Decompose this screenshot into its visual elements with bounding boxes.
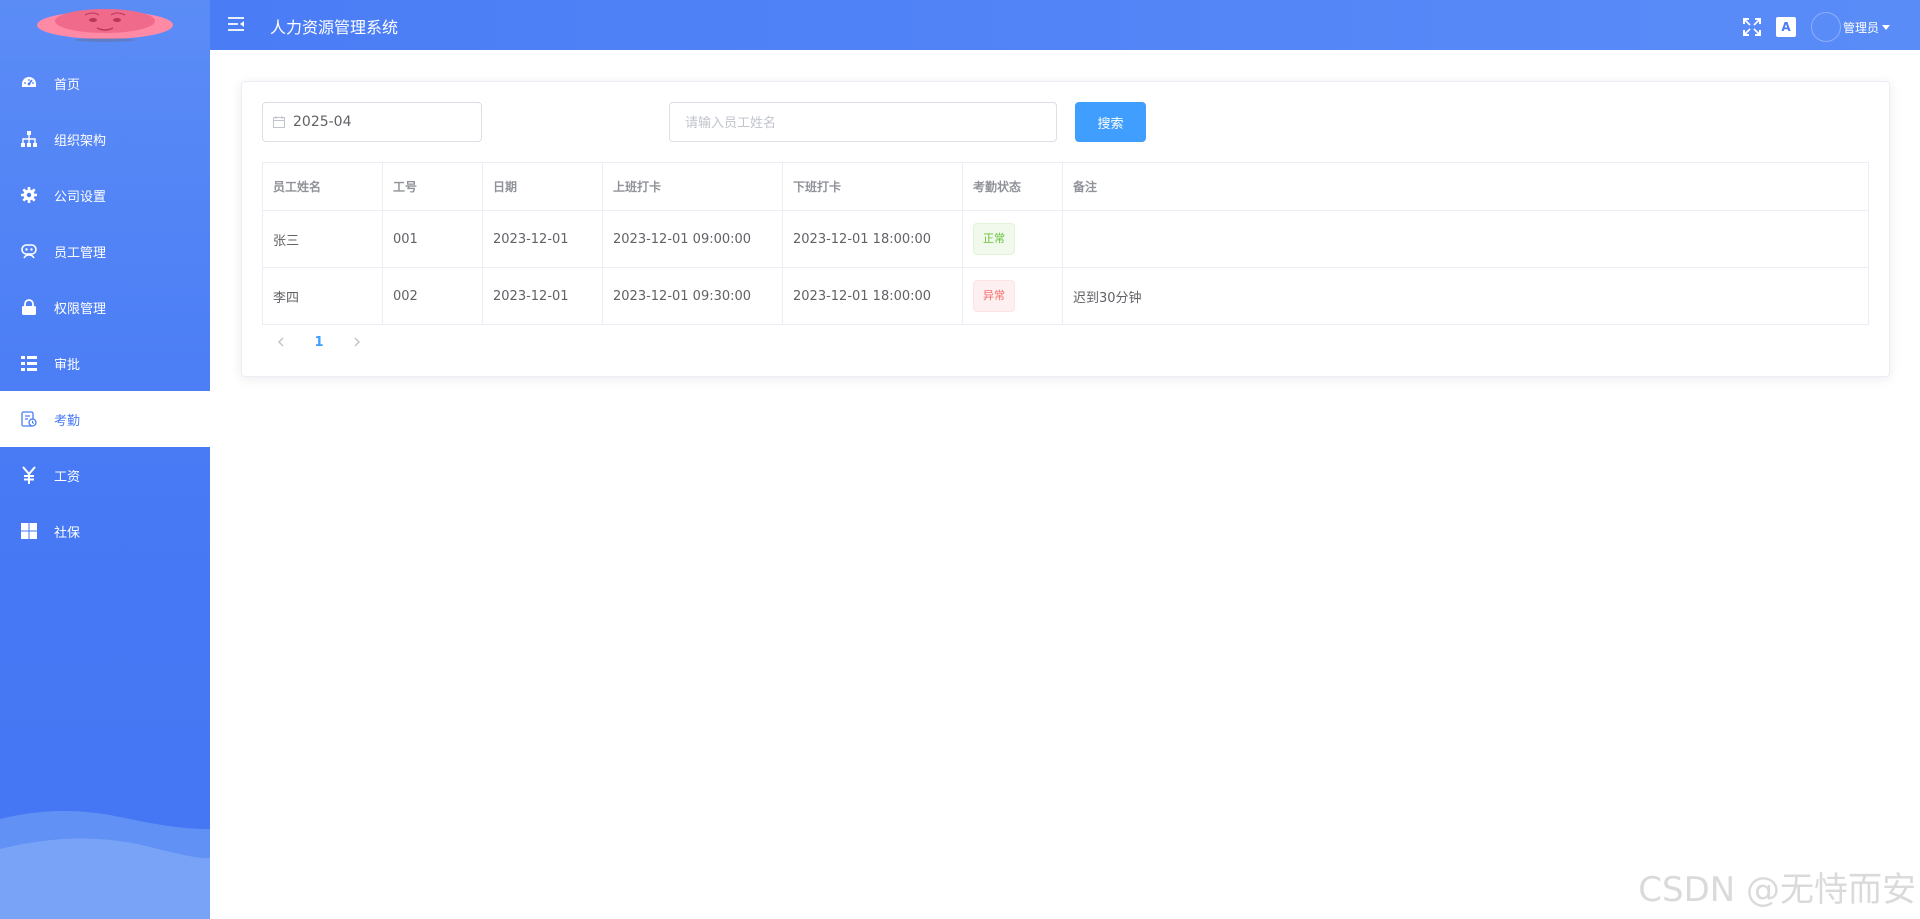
cell-checkin: 2023-12-01 09:30:00 <box>602 267 783 325</box>
logo-icon <box>37 8 173 42</box>
chevron-left-icon <box>277 337 284 347</box>
attendance-card: 2025-04 搜索 员工姓名 工号 日期 上班打卡 下班打卡 考勤状态 备注 … <box>241 81 1890 377</box>
avatar[interactable] <box>1810 12 1841 42</box>
cell-note <box>1062 210 1869 268</box>
sidebar-item-org[interactable]: 组织架构 <box>0 111 210 167</box>
watermark: CSDN @无恃而安 <box>1638 870 1916 910</box>
sidebar-wave-decoration <box>0 810 210 919</box>
search-button[interactable]: 搜索 <box>1075 102 1146 142</box>
cell-employee-id: 001 <box>382 210 483 268</box>
cell-name: 李四 <box>262 267 383 325</box>
fullscreen-icon[interactable] <box>1741 16 1763 38</box>
cell-checkin: 2023-12-01 09:00:00 <box>602 210 783 268</box>
sidebar-item-permissions[interactable]: 权限管理 <box>0 279 210 335</box>
sidebar: 首页 组织架构 公司设置 员工管理 权限管理 审批 考勤 工资 社保 <box>0 0 210 919</box>
chevron-right-icon <box>354 337 361 347</box>
sidebar-item-label: 员工管理 <box>54 245 107 261</box>
sidebar-item-home[interactable]: 首页 <box>0 55 210 111</box>
pagination: 1 <box>262 328 376 356</box>
status-badge: 异常 <box>973 280 1015 312</box>
caret-down-icon <box>1882 24 1890 30</box>
table-row: 李四 002 2023-12-01 2023-12-01 09:30:00 20… <box>262 267 1869 325</box>
user-name: 管理员 <box>1842 20 1879 35</box>
cell-status: 正常 <box>962 210 1063 268</box>
language-label: A <box>1775 17 1796 37</box>
status-badge: 正常 <box>973 223 1015 255</box>
cell-name: 张三 <box>262 210 383 268</box>
sidebar-item-label: 工资 <box>54 469 81 485</box>
sidebar-item-label: 考勤 <box>54 413 81 429</box>
attendance-table: 员工姓名 工号 日期 上班打卡 下班打卡 考勤状态 备注 张三 001 2023… <box>262 162 1869 325</box>
user-menu[interactable]: 管理员 <box>1843 19 1890 36</box>
sidebar-item-label: 公司设置 <box>54 189 107 205</box>
menu-toggle-icon[interactable] <box>227 15 245 33</box>
approval-list-icon <box>18 352 40 374</box>
gear-icon <box>18 184 40 206</box>
sidebar-item-company-settings[interactable]: 公司设置 <box>0 167 210 223</box>
attendance-icon <box>18 408 40 430</box>
sidebar-item-label: 首页 <box>54 77 81 93</box>
col-header-checkout: 下班打卡 <box>782 162 963 211</box>
cell-employee-id: 002 <box>382 267 483 325</box>
sidebar-item-employees[interactable]: 员工管理 <box>0 223 210 279</box>
page-number[interactable]: 1 <box>300 328 338 356</box>
table-row: 张三 001 2023-12-01 2023-12-01 09:00:00 20… <box>262 210 1869 268</box>
employee-name-search-input[interactable] <box>669 102 1057 142</box>
language-switch-icon[interactable]: A <box>1775 16 1797 38</box>
cell-note: 迟到30分钟 <box>1062 267 1869 325</box>
sidebar-item-label: 社保 <box>54 525 81 541</box>
sidebar-item-label: 组织架构 <box>54 133 107 149</box>
sidebar-item-label: 审批 <box>54 357 81 373</box>
logo-area <box>0 0 210 49</box>
table-header-row: 员工姓名 工号 日期 上班打卡 下班打卡 考勤状态 备注 <box>262 162 1869 211</box>
lock-icon <box>18 296 40 318</box>
dashboard-icon <box>18 72 40 94</box>
month-picker[interactable]: 2025-04 <box>262 102 482 142</box>
col-header-checkin: 上班打卡 <box>602 162 783 211</box>
grid-icon <box>18 520 40 542</box>
sidebar-item-salary[interactable]: 工资 <box>0 447 210 503</box>
calendar-icon <box>273 116 285 128</box>
col-header-note: 备注 <box>1062 162 1869 211</box>
cell-status: 异常 <box>962 267 1063 325</box>
header-actions: A 管理员 <box>1729 12 1890 42</box>
sidebar-item-attendance[interactable]: 考勤 <box>0 391 210 447</box>
col-header-date: 日期 <box>482 162 603 211</box>
top-header: 人力资源管理系统 A 管理员 <box>210 0 1920 50</box>
col-header-name: 员工姓名 <box>262 162 383 211</box>
col-header-employee-id: 工号 <box>382 162 483 211</box>
next-page-button[interactable] <box>338 328 376 356</box>
yen-icon <box>18 464 40 486</box>
cell-date: 2023-12-01 <box>482 267 603 325</box>
system-title: 人力资源管理系统 <box>270 18 399 37</box>
cell-checkout: 2023-12-01 18:00:00 <box>782 267 963 325</box>
sidebar-item-social-security[interactable]: 社保 <box>0 503 210 559</box>
sidebar-menu: 首页 组织架构 公司设置 员工管理 权限管理 审批 考勤 工资 社保 <box>0 55 210 559</box>
col-header-status: 考勤状态 <box>962 162 1063 211</box>
cell-checkout: 2023-12-01 18:00:00 <box>782 210 963 268</box>
cell-date: 2023-12-01 <box>482 210 603 268</box>
month-value: 2025-04 <box>293 114 352 130</box>
employee-icon <box>18 240 40 262</box>
prev-page-button[interactable] <box>262 328 300 356</box>
sidebar-item-label: 权限管理 <box>54 301 107 317</box>
org-tree-icon <box>18 128 40 150</box>
sidebar-item-approval[interactable]: 审批 <box>0 335 210 391</box>
